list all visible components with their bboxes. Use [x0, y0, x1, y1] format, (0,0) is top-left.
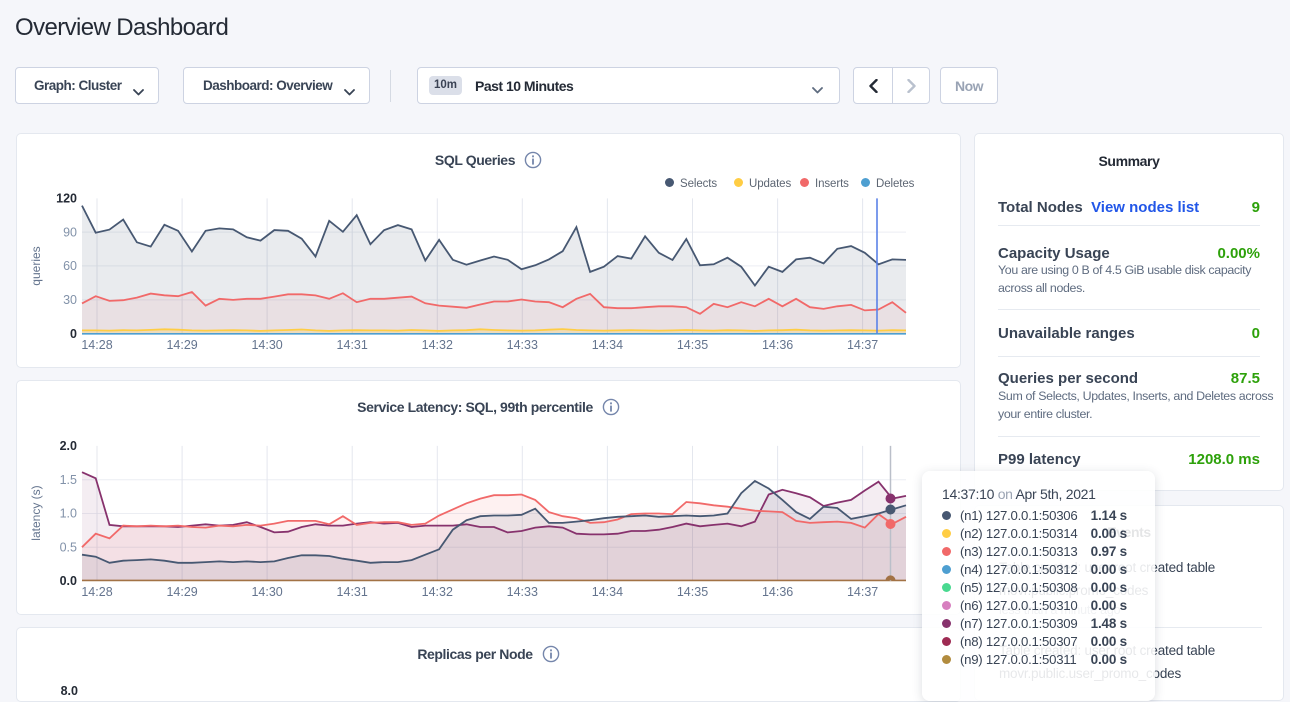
svg-text:2.0: 2.0 [60, 439, 77, 453]
svg-text:14:32: 14:32 [422, 338, 453, 352]
svg-text:14:35: 14:35 [677, 338, 708, 352]
svg-text:14:33: 14:33 [507, 338, 538, 352]
svg-text:14:31: 14:31 [337, 338, 368, 352]
svg-text:1.0: 1.0 [60, 507, 77, 521]
svg-text:0.0: 0.0 [60, 574, 77, 588]
svg-text:14:28: 14:28 [81, 338, 112, 352]
svg-text:0: 0 [70, 327, 77, 341]
svg-text:90: 90 [63, 225, 77, 239]
svg-text:14:30: 14:30 [251, 338, 282, 352]
svg-text:60: 60 [63, 259, 77, 273]
svg-text:14:37: 14:37 [847, 585, 878, 599]
svg-text:latency (s): latency (s) [29, 485, 43, 540]
svg-text:14:32: 14:32 [422, 585, 453, 599]
svg-text:14:34: 14:34 [592, 585, 623, 599]
svg-text:14:36: 14:36 [762, 338, 793, 352]
svg-text:0.5: 0.5 [60, 540, 77, 554]
svg-text:14:37: 14:37 [847, 338, 878, 352]
svg-text:14:36: 14:36 [762, 585, 793, 599]
svg-text:14:34: 14:34 [592, 338, 623, 352]
svg-text:14:35: 14:35 [677, 585, 708, 599]
svg-text:30: 30 [63, 293, 77, 307]
svg-text:120: 120 [56, 192, 77, 206]
svg-text:14:30: 14:30 [251, 585, 282, 599]
svg-text:14:29: 14:29 [166, 585, 197, 599]
svg-text:queries: queries [29, 246, 43, 285]
svg-text:14:28: 14:28 [81, 585, 112, 599]
svg-text:14:31: 14:31 [337, 585, 368, 599]
svg-text:14:29: 14:29 [166, 338, 197, 352]
svg-text:1.5: 1.5 [60, 473, 77, 487]
svg-text:14:33: 14:33 [507, 585, 538, 599]
